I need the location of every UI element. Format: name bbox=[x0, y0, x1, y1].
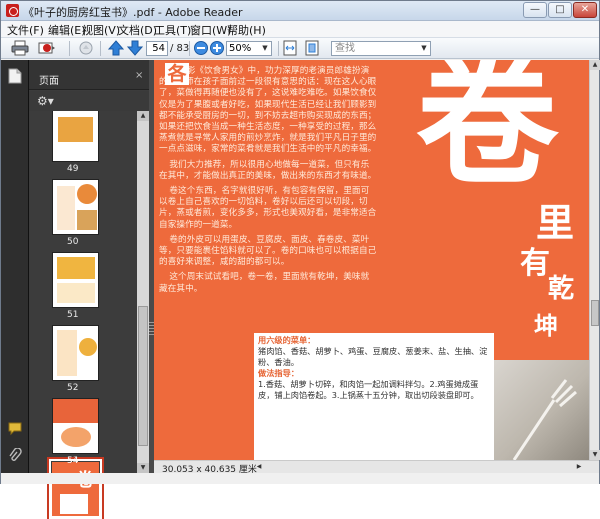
pages-panel-toolbar: ⚙▾ bbox=[29, 91, 149, 111]
email-attach-icon[interactable] bbox=[38, 40, 56, 56]
vertical-title-char: 乾 bbox=[548, 274, 575, 304]
scroll-up-icon[interactable]: ▲ bbox=[590, 60, 600, 70]
fit-width-icon[interactable] bbox=[281, 40, 299, 56]
page-thumbnail[interactable] bbox=[52, 179, 99, 235]
thumbnail-image bbox=[79, 338, 97, 356]
title-bar: 《叶子的厨房红宝书》.pdf - Adobe Reader — □ ✕ bbox=[1, 1, 599, 21]
thumbnail-image bbox=[61, 427, 91, 447]
paragraph: 卷的外皮可以用蛋皮、豆腐皮、面皮、春卷皮、菜叶等，只要能裹住馅料就可以了。卷的口… bbox=[159, 234, 377, 268]
body-text: 湾电影《饮食男女》中，功力深厚的老演员郎雄扮演的老厨师在孩子面前过一段很有意思的… bbox=[159, 66, 377, 299]
thumbnail-list: 49 50 51 52 53 bbox=[29, 111, 137, 473]
panel-close-button[interactable]: × bbox=[135, 70, 143, 81]
scrollbar-thumb[interactable] bbox=[138, 306, 148, 446]
thumbnail-image bbox=[57, 186, 75, 230]
menu-help[interactable]: 帮助(H) bbox=[227, 22, 266, 38]
drop-cap: 各 bbox=[165, 63, 189, 85]
recipe-heading: 做法指导： bbox=[258, 368, 299, 378]
chapter-title-char: 卷 bbox=[416, 60, 558, 204]
vertical-title-char: 有 bbox=[520, 246, 550, 281]
hand-tool-icon[interactable] bbox=[77, 40, 95, 56]
paragraph: 我们大力推荐，所以很用心地做每一道菜，但只有乐在其中，才能做出真正的美味，做出来… bbox=[159, 159, 377, 181]
chevron-down-icon: ▼ bbox=[262, 44, 268, 52]
navigation-rail bbox=[1, 60, 29, 473]
food-photo bbox=[494, 360, 589, 460]
document-view: 湾电影《饮食男女》中，功力深厚的老演员郎雄扮演的老厨师在孩子面前过一段很有意思的… bbox=[154, 60, 589, 460]
menu-file[interactable]: 文件(F) bbox=[7, 22, 44, 38]
pages-panel-title: 页面 bbox=[39, 76, 59, 87]
adobe-reader-icon bbox=[6, 4, 19, 17]
zoom-in-icon[interactable] bbox=[208, 40, 226, 56]
page-thumbnail[interactable] bbox=[52, 325, 99, 381]
recipe-heading: 用六级的菜单： bbox=[258, 335, 316, 345]
minimize-button[interactable]: — bbox=[523, 2, 547, 18]
options-gear-icon[interactable]: ⚙▾ bbox=[37, 94, 57, 108]
thumbnail-image bbox=[77, 184, 97, 204]
scroll-right-icon[interactable]: ▶ bbox=[574, 462, 584, 472]
thumbnail-image bbox=[57, 283, 95, 303]
menu-view[interactable]: 视图(V) bbox=[82, 22, 120, 38]
vertical-title-char: 坤 bbox=[534, 311, 558, 340]
scroll-up-icon[interactable]: ▲ bbox=[137, 111, 149, 121]
page-thumbnail-label: 50 bbox=[67, 237, 79, 247]
scroll-down-icon[interactable]: ▼ bbox=[137, 463, 149, 473]
scroll-left-icon[interactable]: ◀ bbox=[254, 462, 264, 472]
menu-tools[interactable]: 工具(T) bbox=[154, 22, 191, 38]
menu-window[interactable]: 窗口(W) bbox=[190, 22, 231, 38]
page-thumbnail-label: 54 bbox=[67, 456, 79, 466]
previous-page-icon[interactable] bbox=[107, 40, 125, 56]
next-page-icon[interactable] bbox=[126, 40, 144, 56]
thumbnail-image bbox=[57, 330, 77, 376]
search-input[interactable]: 查找 ▼ bbox=[331, 41, 431, 56]
page-thumbnail-label: 51 bbox=[67, 310, 79, 320]
status-bar bbox=[1, 473, 599, 484]
page-number-input[interactable]: 54 bbox=[146, 41, 168, 56]
scroll-down-icon[interactable]: ▼ bbox=[590, 450, 600, 460]
page-thumbnail: 卷 bbox=[52, 462, 99, 516]
pages-panel-icon[interactable] bbox=[8, 68, 22, 84]
thumbnail-image bbox=[58, 117, 93, 142]
print-icon[interactable] bbox=[11, 40, 29, 56]
paragraph: 卷这个东西，名字就很好听，有包容有保留，里面可以卷上自己喜欢的一切馅料，卷好以后… bbox=[159, 186, 377, 230]
document-scrollbar[interactable]: ▲ ▼ bbox=[589, 60, 600, 460]
paragraph: 湾电影《饮食男女》中，功力深厚的老演员郎雄扮演的老厨师在孩子面前过一段很有意思的… bbox=[159, 66, 377, 155]
paragraph: 这个周末试试看吧，卷一卷，里面就有乾坤，美味就藏在其中。 bbox=[159, 272, 370, 294]
zoom-level-select[interactable]: 50% ▼ bbox=[226, 41, 272, 56]
pages-panel-header: 页面 × bbox=[29, 60, 149, 90]
page-total: / 83 bbox=[170, 43, 190, 54]
attachments-icon[interactable] bbox=[8, 448, 22, 464]
current-page-thumbnail-frame[interactable]: 卷 bbox=[47, 457, 104, 519]
recipe-ingredients: 猪肉馅、香菇、胡萝卜、鸡蛋、豆腐皮、葱姜末、盐、生抽、淀粉、香油。 bbox=[258, 346, 488, 367]
comments-icon[interactable] bbox=[8, 420, 22, 436]
fork-image bbox=[512, 379, 577, 460]
pages-panel-scrollbar[interactable]: ▲ ▼ bbox=[137, 111, 149, 473]
recipe-steps: 1.香菇、胡萝卜切碎，和肉馅一起加调料拌匀。2.鸡蛋摊成蛋皮，铺上肉馅卷起。3.… bbox=[258, 379, 479, 400]
thumbnail-image bbox=[53, 399, 98, 423]
thumbnail-image bbox=[60, 494, 88, 514]
menu-bar: 文件(F) 编辑(E) 视图(V) 文档(D) 工具(T) 窗口(W) 帮助(H… bbox=[1, 21, 599, 37]
zoom-level-value: 50% bbox=[229, 43, 252, 54]
toolbar: 54 / 83 50% ▼ 查找 ▼ bbox=[1, 37, 599, 59]
scrollbar-thumb[interactable] bbox=[591, 300, 599, 326]
horizontal-scrollbar[interactable]: 30.053 x 40.635 厘米 ◀ ▶ bbox=[154, 460, 599, 475]
menu-document[interactable]: 文档(D) bbox=[118, 22, 157, 38]
chevron-down-icon: ▼ bbox=[421, 44, 427, 52]
recipe-text: 用六级的菜单： 猪肉馅、香菇、胡萝卜、鸡蛋、豆腐皮、葱姜末、盐、生抽、淀粉、香油… bbox=[258, 335, 494, 401]
fit-page-icon[interactable] bbox=[303, 40, 321, 56]
thumbnail-image bbox=[57, 257, 95, 279]
page-thumbnail[interactable] bbox=[52, 111, 99, 162]
page-thumbnail[interactable] bbox=[52, 398, 99, 454]
maximize-button[interactable]: □ bbox=[548, 2, 572, 18]
page-thumbnail-label: 52 bbox=[67, 383, 79, 393]
page-thumbnail-label: 49 bbox=[67, 164, 79, 174]
search-placeholder: 查找 bbox=[335, 43, 355, 54]
pages-panel: 页面 × ⚙▾ 49 50 51 52 53 54 ▲ ▼ bbox=[29, 60, 149, 519]
page-thumbnail[interactable] bbox=[52, 252, 99, 308]
window-title: 《叶子的厨房红宝书》.pdf - Adobe Reader bbox=[23, 6, 243, 19]
thumbnail-image bbox=[77, 210, 97, 230]
close-button[interactable]: ✕ bbox=[573, 2, 597, 18]
adobe-reader-window: 《叶子的厨房红宝书》.pdf - Adobe Reader — □ ✕ 文件(F… bbox=[0, 0, 600, 519]
menu-edit[interactable]: 编辑(E) bbox=[48, 22, 86, 38]
